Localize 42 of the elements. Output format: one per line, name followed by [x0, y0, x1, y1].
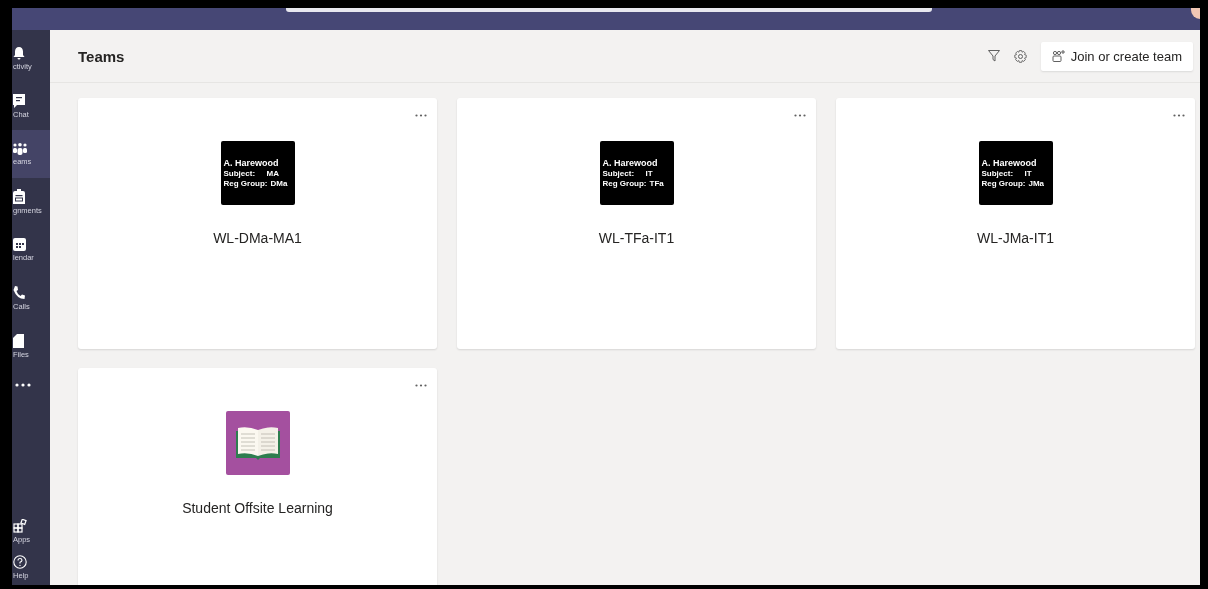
- avatar-label: Reg Group:: [981, 179, 1026, 188]
- team-card[interactable]: A. Harewood Subject: IT Reg Group: TFa WL-TFa-IT1: [457, 98, 816, 349]
- avatar-label: Reg Group:: [223, 179, 268, 188]
- more-icon[interactable]: [794, 114, 806, 117]
- team-card[interactable]: A. Harewood Subject: IT Reg Group: JMa WL-JMa-IT1: [836, 98, 1195, 349]
- avatar-value: IT: [1024, 169, 1032, 178]
- search-field[interactable]: [286, 8, 932, 12]
- help-icon: [13, 554, 27, 569]
- avatar-label: Subject:: [223, 169, 257, 178]
- avatar-value: TFa: [649, 179, 664, 188]
- file-icon: [13, 333, 24, 348]
- more-icon[interactable]: [415, 384, 427, 387]
- book-icon: [234, 426, 281, 460]
- team-name: WL-DMa-MA1: [213, 230, 302, 246]
- avatar-owner: A. Harewood: [981, 158, 1038, 168]
- settings-icon[interactable]: [1013, 49, 1027, 63]
- filter-icon[interactable]: [987, 50, 1000, 62]
- more-icon[interactable]: [1173, 114, 1185, 117]
- more-icon[interactable]: [415, 114, 427, 117]
- team-name: WL-TFa-IT1: [598, 230, 675, 246]
- phone-icon: [13, 285, 25, 300]
- apps-icon: [13, 518, 27, 533]
- avatar[interactable]: [1191, 8, 1200, 19]
- avatar-label: Subject:: [602, 169, 636, 178]
- avatar-value: DMa: [270, 179, 288, 188]
- avatar-label: Reg Group:: [602, 179, 647, 188]
- team-card[interactable]: A. Harewood Subject: MA Reg Group: DMa WL-DMa-MA1: [78, 98, 437, 349]
- avatar-owner: A. Harewood: [602, 158, 659, 168]
- avatar-value: JMa: [1028, 179, 1045, 188]
- bell-icon: [13, 45, 25, 60]
- add-people-icon: [1051, 50, 1065, 62]
- more-icon[interactable]: [15, 383, 31, 387]
- people-icon: [13, 142, 27, 155]
- join-team-button[interactable]: Join or create team: [1040, 41, 1193, 71]
- avatar-value: MA: [266, 169, 279, 178]
- team-name: WL-JMa-IT1: [977, 230, 1054, 246]
- page-title: Teams: [78, 47, 126, 65]
- team-name: Student Offsite Learning: [182, 500, 333, 516]
- avatar-owner: A. Harewood: [223, 158, 280, 168]
- avatar-label: Subject:: [981, 169, 1015, 178]
- team-card[interactable]: Student Offsite Learning: [78, 368, 437, 585]
- avatar-value: IT: [645, 169, 653, 178]
